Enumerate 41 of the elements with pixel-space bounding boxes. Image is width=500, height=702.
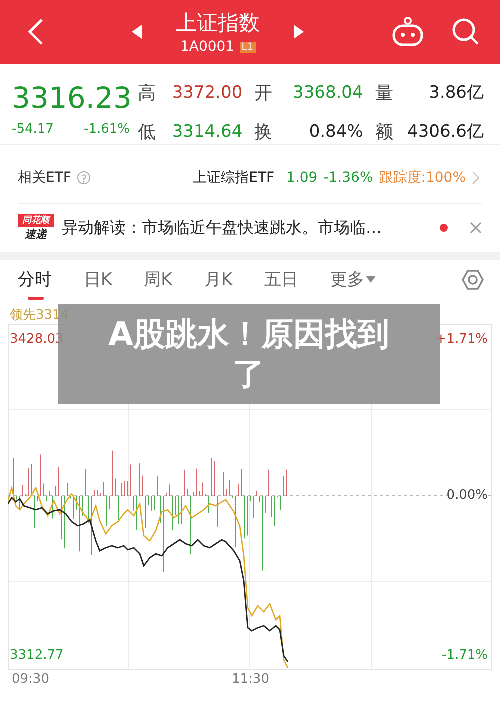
- stat-label: 高: [138, 82, 157, 104]
- stat-value: 0.84%: [308, 122, 364, 142]
- stat-label: 额: [375, 120, 394, 144]
- news-headline[interactable]: 异动解读：市场临近午盘快速跳水。市场临…: [62, 218, 432, 238]
- stat-label: 低: [138, 120, 157, 144]
- index-code: 1A0001: [180, 39, 235, 55]
- etf-name[interactable]: 上证综指ETF: [193, 169, 275, 187]
- etf-price: 1.09: [286, 170, 318, 186]
- chart-tab[interactable]: 月K: [196, 264, 240, 300]
- settings-icon[interactable]: [462, 269, 484, 291]
- index-title: 上证指数: [176, 10, 260, 37]
- etf-change: -1.36%: [324, 170, 374, 186]
- stat-value: 3372.00: [171, 82, 244, 102]
- chart-tab[interactable]: 五日: [256, 264, 306, 300]
- chart-tab[interactable]: 日K: [76, 264, 120, 300]
- stat-value: 3314.64: [171, 122, 244, 142]
- help-icon[interactable]: [77, 171, 92, 185]
- price-change: -54.17: [12, 122, 54, 137]
- previous-icon[interactable]: [132, 25, 142, 39]
- tracking-rate: 跟踪度:100%: [379, 169, 466, 187]
- stat-label: 开: [254, 82, 274, 104]
- headline-text: A股跳水！原因找到了: [108, 314, 390, 394]
- stat-label: 换: [254, 120, 274, 144]
- chart-tab[interactable]: 更多: [322, 264, 384, 300]
- close-icon[interactable]: [470, 222, 482, 234]
- stat-value: 3.86亿: [428, 82, 485, 104]
- robot-icon[interactable]: [392, 17, 424, 47]
- etf-label: 相关ETF: [18, 169, 72, 187]
- stat-value: 4306.6亿: [407, 121, 485, 143]
- stat-label: 量: [375, 82, 394, 104]
- search-icon[interactable]: [452, 18, 480, 46]
- stat-value: 3368.04: [292, 82, 364, 102]
- chart-tab[interactable]: 周K: [136, 264, 180, 300]
- current-price: 3316.23: [12, 80, 130, 116]
- next-icon[interactable]: [294, 25, 304, 39]
- news-badge: 同花顺 速递: [18, 214, 54, 242]
- caret-icon: [366, 276, 376, 282]
- chart-tab[interactable]: 分时: [10, 264, 60, 300]
- level-badge: L1: [240, 42, 256, 52]
- back-icon[interactable]: [28, 18, 44, 46]
- percent-change: -1.61%: [84, 122, 130, 137]
